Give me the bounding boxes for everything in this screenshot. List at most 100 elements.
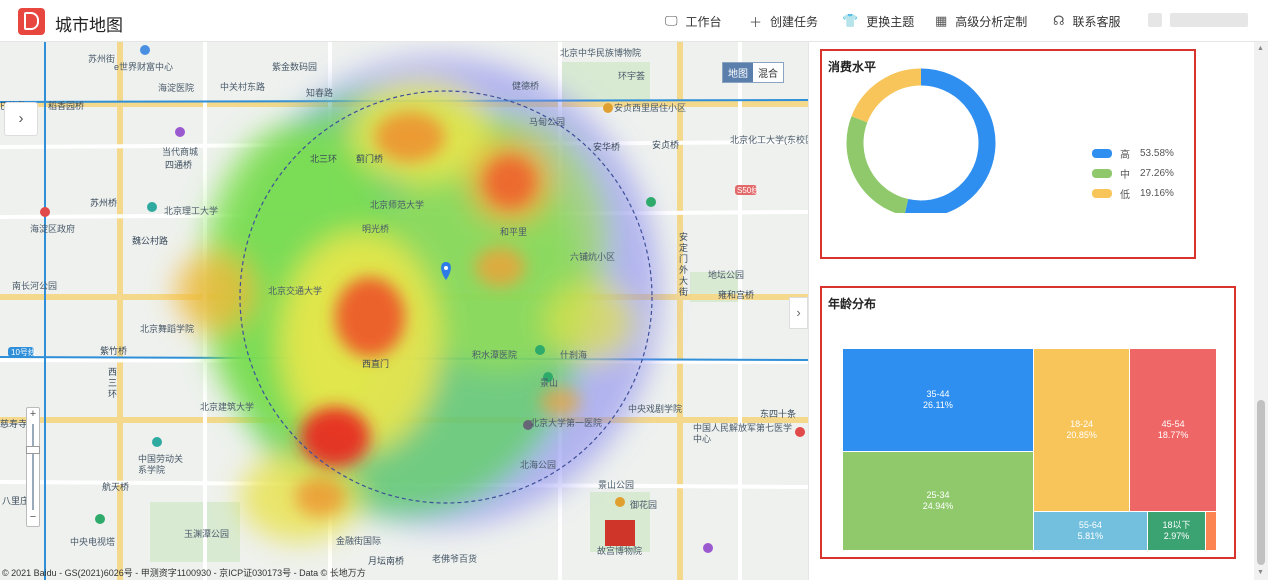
map-label: 健德桥 bbox=[512, 81, 540, 91]
map-label: 地坛公园 bbox=[708, 270, 745, 280]
treemap-label: 25-34 bbox=[926, 490, 950, 501]
legend-item[interactable]: 中 27.26% bbox=[1092, 163, 1174, 183]
user-name[interactable] bbox=[1170, 13, 1248, 27]
map-label: 苏州街 bbox=[88, 54, 116, 64]
map-label: 金融街国际 bbox=[336, 536, 382, 546]
treemap-cell-2[interactable]: 18-24 20.85% bbox=[1033, 349, 1131, 513]
consumption-card: 消费水平 高 53.58% 中 27.26% 低 19.16% bbox=[820, 49, 1196, 259]
map-type-map[interactable]: 地图 bbox=[723, 63, 753, 82]
treemap-cell-6[interactable] bbox=[1206, 512, 1217, 551]
treemap-cell-0[interactable]: 35-44 26.11% bbox=[843, 349, 1034, 453]
donut-slice-1[interactable] bbox=[846, 116, 909, 213]
zoom-slider-track[interactable] bbox=[32, 424, 34, 510]
map-canvas bbox=[0, 42, 808, 580]
legend-label: 低 bbox=[1120, 189, 1130, 201]
treemap-value: 18.77% bbox=[1157, 430, 1189, 441]
map-label: 安华桥 bbox=[593, 142, 621, 152]
map-label: 明光桥 bbox=[362, 224, 390, 234]
map-label: S50线 bbox=[737, 186, 760, 195]
map-label: 紫竹桥 bbox=[100, 346, 128, 356]
zoom-out-button[interactable]: − bbox=[27, 512, 39, 524]
map-label: 景山公园 bbox=[598, 480, 635, 490]
map-label: 马甸公园 bbox=[529, 117, 566, 127]
map-label: 北京中华民族博物院 bbox=[560, 48, 642, 58]
treemap-label: 55-64 bbox=[1078, 520, 1102, 531]
map-label: 当代商城 bbox=[162, 147, 199, 157]
map-label: 北京化工大学(东校区) bbox=[730, 135, 808, 145]
monitor-icon: 🖵 bbox=[665, 13, 678, 28]
zoom-control[interactable]: + − bbox=[26, 407, 40, 527]
map-label: 西直门 bbox=[362, 359, 390, 369]
scroll-down-icon[interactable]: ▼ bbox=[1257, 569, 1264, 576]
map-label: 海淀医院 bbox=[158, 83, 195, 93]
legend-item[interactable]: 低 19.16% bbox=[1092, 183, 1174, 203]
treemap-label: 18以下 bbox=[1162, 520, 1191, 531]
map-label: 北海公园 bbox=[520, 460, 557, 470]
map-label: 海淀区政府 bbox=[30, 224, 76, 234]
legend-value: 19.16% bbox=[1140, 187, 1174, 199]
app-logo bbox=[18, 8, 45, 35]
map-label: 紫金数码园 bbox=[272, 62, 318, 72]
map-label: 西三环 bbox=[108, 367, 118, 399]
scroll-up-icon[interactable]: ▲ bbox=[1257, 45, 1264, 52]
map-label: 稻香园桥 bbox=[48, 101, 85, 111]
map-label: 安贞桥 bbox=[652, 140, 680, 150]
map-label: 什刹海 bbox=[560, 350, 588, 360]
nav-create-task-label: 创建任务 bbox=[770, 14, 819, 29]
map-copyright: © 2021 Baidu - GS(2021)6026号 - 甲测资字11009… bbox=[2, 568, 366, 578]
consumption-legend: 高 53.58% 中 27.26% 低 19.16% bbox=[1092, 143, 1174, 203]
map-label: 中关村东路 bbox=[220, 82, 266, 92]
nav-workbench-label: 工作台 bbox=[685, 14, 722, 29]
nav-workbench[interactable]: 🖵 工作台 bbox=[665, 0, 722, 42]
map-label: e世界财富中心 bbox=[114, 62, 174, 72]
treemap-value: 2.97% bbox=[1163, 531, 1190, 542]
donut-slice-0[interactable] bbox=[904, 68, 996, 213]
collapse-right-panel-button[interactable]: › bbox=[789, 297, 808, 329]
map-label: 中国人民解放军第七医学中心 bbox=[693, 423, 793, 444]
legend-label: 中 bbox=[1120, 169, 1130, 181]
treemap-cell-4[interactable]: 55-64 5.81% bbox=[1033, 512, 1148, 551]
map-label: 北京大学第一医院 bbox=[530, 418, 603, 428]
legend-item[interactable]: 高 53.58% bbox=[1092, 143, 1174, 163]
map-type-hybrid[interactable]: 混合 bbox=[753, 63, 783, 82]
map-label: 北三环 bbox=[310, 154, 338, 164]
map-label: 月坛南桥 bbox=[368, 556, 405, 566]
map-label: 老佛爷百货 bbox=[432, 554, 478, 564]
treemap-cell-1[interactable]: 25-34 24.94% bbox=[843, 452, 1034, 551]
donut-slice-2[interactable] bbox=[851, 68, 922, 123]
treemap-cell-3[interactable]: 45-54 18.77% bbox=[1130, 349, 1217, 513]
nav-create-task[interactable]: ＋ 创建任务 bbox=[749, 0, 818, 42]
legend-swatch bbox=[1092, 168, 1112, 178]
map-label: 东四十条 bbox=[760, 409, 797, 419]
map-type-switch[interactable]: 地图 混合 bbox=[722, 62, 784, 83]
map-label: 和平里 bbox=[500, 227, 528, 237]
expand-left-panel-button[interactable]: › bbox=[4, 102, 38, 136]
headset-icon: ☊ bbox=[1053, 13, 1065, 28]
panel-scrollbar[interactable]: ▲ ▼ bbox=[1254, 42, 1268, 580]
map-label: 御花园 bbox=[630, 500, 658, 510]
scrollbar-thumb[interactable] bbox=[1257, 400, 1265, 565]
zoom-slider-handle[interactable] bbox=[26, 446, 40, 454]
chevron-right-icon: › bbox=[18, 110, 24, 127]
treemap-value: 5.81% bbox=[1077, 531, 1104, 542]
age-card: 年龄分布 35-44 26.11% 25-34 24.94% 18-24 20.85% 45… bbox=[820, 286, 1236, 559]
map-label: 中央戏剧学院 bbox=[628, 404, 683, 414]
map-label: 航天桥 bbox=[102, 482, 130, 492]
user-avatar[interactable] bbox=[1148, 13, 1162, 27]
treemap-cell-5[interactable]: 18以下 2.97% bbox=[1147, 512, 1207, 551]
zoom-in-button[interactable]: + bbox=[27, 409, 39, 421]
nav-contact-support-label: 联系客服 bbox=[1072, 14, 1121, 29]
nav-contact-support[interactable]: ☊ 联系客服 bbox=[1053, 0, 1121, 42]
consumption-donut-chart bbox=[846, 68, 996, 213]
map-label: 中国劳动关系学院 bbox=[138, 454, 184, 475]
treemap-value: 20.85% bbox=[1066, 430, 1097, 441]
heatmap-map[interactable]: 苏州街 e世界财富中心 海淀医院 紫金数码园 北京中华民族博物院 环宇荟 健德桥… bbox=[0, 42, 808, 580]
map-label: 安定门外大街 bbox=[679, 232, 689, 297]
legend-swatch bbox=[1092, 148, 1112, 158]
map-label: 四通桥 bbox=[165, 160, 193, 170]
map-label: 苏州桥 bbox=[90, 198, 118, 208]
map-label: 北京建筑大学 bbox=[200, 402, 255, 412]
map-label: 南长河公园 bbox=[12, 281, 58, 291]
map-label: 环宇荟 bbox=[618, 71, 646, 81]
app-title: 城市地图 bbox=[55, 16, 123, 35]
